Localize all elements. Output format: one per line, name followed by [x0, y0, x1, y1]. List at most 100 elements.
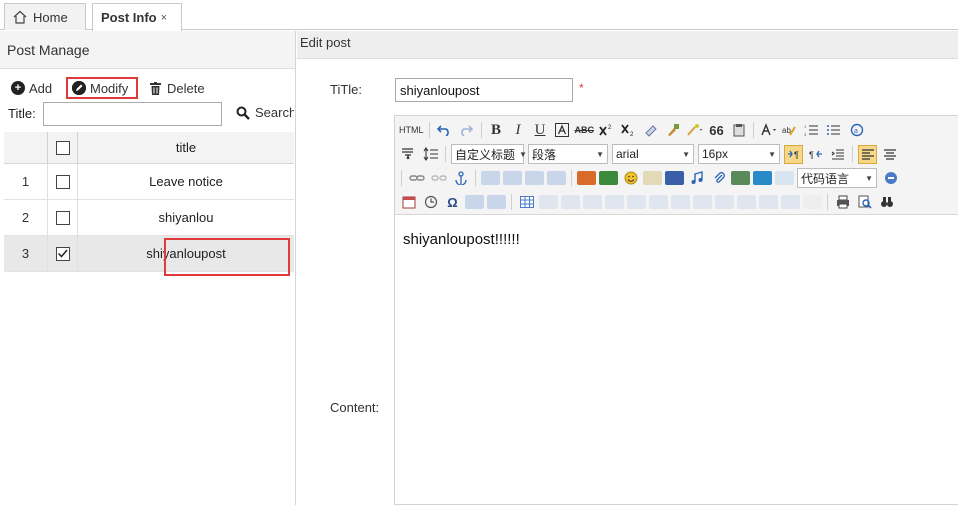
search-button[interactable]: Search: [236, 105, 294, 120]
delete-table-icon[interactable]: [539, 195, 558, 209]
word-image-icon[interactable]: [465, 195, 484, 209]
scrawl-icon[interactable]: [643, 171, 662, 185]
font-size-select[interactable]: 16px ▼: [698, 144, 780, 164]
title-field[interactable]: [395, 78, 573, 102]
insert-row-icon[interactable]: [583, 195, 602, 209]
underline-button[interactable]: U: [531, 121, 550, 140]
insert-frame-icon[interactable]: [775, 171, 794, 185]
row-title[interactable]: Leave notice: [78, 164, 294, 199]
tab-home[interactable]: Home: [4, 3, 86, 30]
row-checkbox-cell: [48, 200, 78, 235]
special-chars-icon[interactable]: Ω: [443, 193, 462, 212]
date-icon[interactable]: [399, 193, 418, 212]
delete-button[interactable]: Delete: [150, 77, 205, 99]
unordered-list-icon[interactable]: [825, 121, 844, 140]
split-rows-icon[interactable]: [759, 195, 778, 209]
row-checkbox-checked[interactable]: [55, 246, 70, 261]
italic-button[interactable]: I: [509, 121, 528, 140]
emotion-icon[interactable]: [621, 169, 640, 188]
undo-icon[interactable]: [435, 121, 454, 140]
insert-col-icon[interactable]: [627, 195, 646, 209]
close-icon[interactable]: ×: [161, 12, 167, 24]
modify-button[interactable]: Modify: [66, 77, 138, 99]
insert-video-icon[interactable]: [665, 171, 684, 185]
image-float-left-icon[interactable]: [503, 171, 522, 185]
map-icon[interactable]: [731, 171, 750, 185]
separator: [511, 194, 512, 210]
table-row[interactable]: 2 shiyanlou: [4, 200, 294, 236]
code-language-select[interactable]: 代码语言 ▼: [797, 168, 877, 188]
music-icon[interactable]: [687, 169, 706, 188]
link-icon[interactable]: [407, 169, 426, 188]
ordered-list-icon[interactable]: 13: [803, 121, 822, 140]
anchor-icon[interactable]: [451, 169, 470, 188]
row-checkbox[interactable]: [55, 174, 70, 189]
search-replace-icon[interactable]: [877, 193, 896, 212]
row-checkbox[interactable]: [55, 210, 70, 225]
insert-paragraph-before-table-icon[interactable]: [561, 195, 580, 209]
line-height-icon[interactable]: [399, 145, 418, 164]
svg-text:2: 2: [608, 125, 612, 131]
eraser-icon[interactable]: [641, 121, 660, 140]
indent-icon[interactable]: [828, 145, 847, 164]
chevron-down-icon: ▼: [596, 149, 604, 159]
snapshot-icon[interactable]: [487, 195, 506, 209]
split-cols-icon[interactable]: [781, 195, 800, 209]
superscript-icon[interactable]: 2: [597, 121, 616, 140]
merge-down-icon[interactable]: [715, 195, 734, 209]
email-link-icon[interactable]: a: [847, 121, 866, 140]
font-size-value: 16px: [702, 147, 729, 161]
row-title[interactable]: shiyanlou: [78, 200, 294, 235]
delete-row-icon[interactable]: [605, 195, 624, 209]
paragraph-select[interactable]: 段落 ▼: [528, 144, 608, 164]
page-break-icon[interactable]: [881, 169, 900, 188]
attachment-icon[interactable]: [709, 169, 728, 188]
html-source-button[interactable]: HTML: [399, 121, 424, 140]
title-search-input[interactable]: [43, 102, 222, 126]
editor-content[interactable]: shiyanloupost!!!!!!: [403, 231, 520, 248]
highlight-color-icon[interactable]: ab: [781, 121, 800, 140]
rtl-direction-icon[interactable]: ¶: [806, 145, 825, 164]
gmap-icon[interactable]: [753, 171, 772, 185]
strikethrough-button[interactable]: ABC: [575, 121, 595, 140]
auto-format-icon[interactable]: [685, 121, 704, 140]
title-column-header[interactable]: title: [78, 132, 294, 163]
align-left-icon[interactable]: [858, 144, 877, 164]
split-cells-icon[interactable]: [737, 195, 756, 209]
bold-button[interactable]: B: [487, 121, 506, 140]
time-icon[interactable]: [421, 193, 440, 212]
blockquote-icon[interactable]: 66: [707, 121, 726, 140]
insert-image-icon[interactable]: [599, 171, 618, 185]
image-center-icon[interactable]: [547, 171, 566, 185]
select-all-checkbox[interactable]: [55, 140, 70, 155]
delete-col-icon[interactable]: [649, 195, 668, 209]
custom-heading-select[interactable]: 自定义标题 ▼: [451, 144, 527, 164]
font-border-icon[interactable]: [553, 121, 572, 140]
unlink-icon[interactable]: [429, 169, 448, 188]
font-color-icon[interactable]: [759, 121, 778, 140]
format-brush-icon[interactable]: [663, 121, 682, 140]
svg-text:¶: ¶: [794, 150, 799, 160]
paragraph-spacing-icon[interactable]: [421, 145, 440, 164]
image-float-right-icon[interactable]: [525, 171, 544, 185]
merge-cells-icon[interactable]: [671, 195, 690, 209]
merge-right-icon[interactable]: [693, 195, 712, 209]
preview-icon[interactable]: [855, 193, 874, 212]
simple-upload-icon[interactable]: [577, 171, 596, 185]
row-checkbox-cell: [48, 164, 78, 199]
add-button[interactable]: + Add: [11, 77, 52, 99]
image-float-none-icon[interactable]: [481, 171, 500, 185]
tab-post-info[interactable]: Post Info ×: [92, 3, 182, 31]
insert-table-icon[interactable]: [517, 193, 536, 212]
title-search-label: Title:: [8, 106, 36, 121]
print-icon[interactable]: [833, 193, 852, 212]
rich-text-editor[interactable]: HTML B I U ABC 2 2 66 ab 13 a 自定义标题 ▼ 段落…: [394, 115, 958, 505]
chart-icon[interactable]: [803, 195, 822, 209]
ltr-direction-icon[interactable]: ¶: [784, 144, 803, 164]
align-center-icon[interactable]: [880, 145, 899, 164]
redo-icon[interactable]: [457, 121, 476, 140]
font-family-select[interactable]: arial ▼: [612, 144, 694, 164]
subscript-icon[interactable]: 2: [619, 121, 638, 140]
table-row[interactable]: 1 Leave notice: [4, 164, 294, 200]
paste-text-icon[interactable]: [729, 121, 748, 140]
